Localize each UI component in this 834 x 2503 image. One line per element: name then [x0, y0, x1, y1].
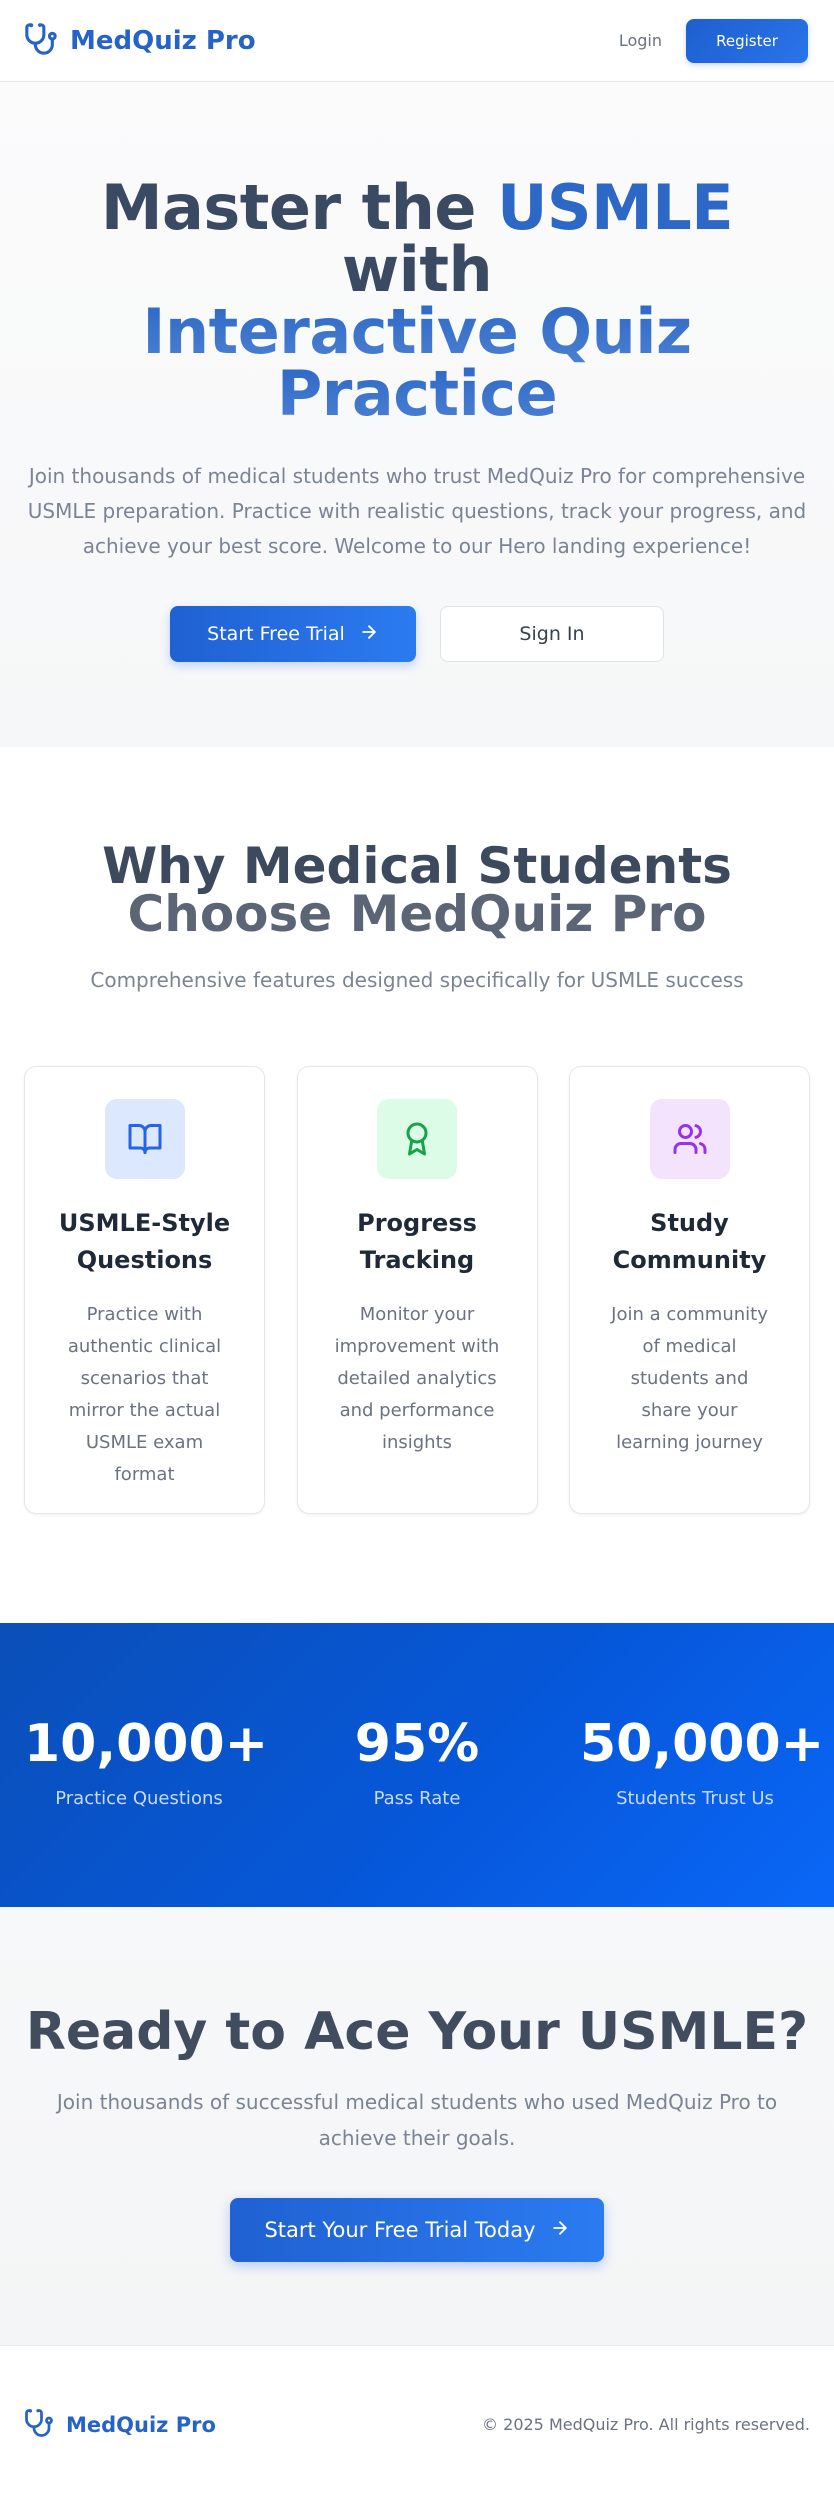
stats-section: 10,000+ Practice Questions 95% Pass Rate…: [0, 1623, 834, 1907]
features-title: Why Medical Students Choose MedQuiz Pro: [0, 841, 834, 943]
start-free-trial-label: Start Free Trial: [207, 623, 345, 645]
feature-card-description: Join a community of medical students and…: [611, 1304, 768, 1453]
book-open-icon: [104, 1099, 185, 1179]
start-free-trial-today-button[interactable]: Start Your Free Trial Today: [230, 2198, 604, 2262]
stat-label: Practice Questions: [55, 1788, 223, 1809]
hero-title: Master the USMLE with Interactive Quiz P…: [0, 177, 834, 425]
stat-label: Pass Rate: [373, 1788, 461, 1809]
hero-buttons: Start Free Trial Sign In: [0, 606, 834, 662]
hero-section: Master the USMLE with Interactive Quiz P…: [0, 82, 834, 747]
brand-logo[interactable]: MedQuiz Pro: [24, 22, 256, 60]
stethoscope-icon: [24, 22, 58, 60]
stat-item: 95% Pass Rate: [302, 1623, 532, 1907]
start-free-trial-button[interactable]: Start Free Trial: [170, 606, 416, 662]
users-icon: [649, 1099, 730, 1179]
hero-title-part4: Interactive Quiz: [0, 301, 834, 363]
features-section: Why Medical Students Choose MedQuiz Pro …: [0, 747, 834, 1623]
stat-value: 95%: [354, 1714, 480, 1774]
hero-title-part3: with: [341, 233, 493, 306]
features-title-line2: Choose MedQuiz Pro: [127, 885, 707, 943]
arrow-right-icon: [359, 622, 379, 647]
feature-cards: USMLE-Style Questions Practice with auth…: [0, 1066, 834, 1514]
arrow-right-icon: [550, 2218, 570, 2243]
stat-label: Students Trust Us: [616, 1788, 774, 1809]
feature-card-title: Progress Tracking: [357, 1209, 477, 1274]
brand-name: MedQuiz Pro: [70, 25, 256, 56]
site-header: MedQuiz Pro Login Register: [0, 0, 834, 82]
stat-value: 50,000+: [580, 1714, 825, 1774]
feature-card-description: Monitor your improvement with detailed a…: [334, 1304, 500, 1453]
stat-value: 10,000+: [24, 1714, 269, 1774]
login-link[interactable]: Login: [619, 31, 662, 50]
cta-button-label: Start Your Free Trial Today: [264, 2218, 536, 2242]
feature-card: Study Community Join a community of medi…: [569, 1066, 810, 1514]
stat-item: 10,000+ Practice Questions: [24, 1623, 269, 1907]
footer-brand-logo[interactable]: MedQuiz Pro: [24, 2408, 216, 2442]
feature-card-title: Study Community: [612, 1209, 767, 1274]
header-actions: Login Register: [619, 18, 808, 63]
award-icon: [377, 1099, 457, 1179]
register-button[interactable]: Register: [686, 18, 808, 63]
sign-in-button[interactable]: Sign In: [440, 606, 664, 662]
hero-title-part2: USMLE: [497, 171, 734, 244]
feature-card: Progress Tracking Monitor your improveme…: [296, 1066, 538, 1514]
stethoscope-icon: [24, 2408, 54, 2442]
cta-subtitle: Join thousands of successful medical stu…: [56, 2090, 778, 2150]
hero-title-part5: Practice: [0, 363, 834, 425]
footer-brand-name: MedQuiz Pro: [66, 2412, 216, 2437]
hero-subtitle: Join thousands of medical students who t…: [27, 464, 807, 558]
feature-card: USMLE-Style Questions Practice with auth…: [24, 1066, 265, 1514]
feature-card-title: USMLE-Style Questions: [58, 1209, 231, 1274]
cta-title: Ready to Ace Your USMLE?: [25, 2002, 809, 2062]
stat-item: 50,000+ Students Trust Us: [580, 1623, 825, 1907]
site-footer: MedQuiz Pro © 2025 MedQuiz Pro. All righ…: [0, 2345, 834, 2503]
features-subtitle: Comprehensive features designed specific…: [90, 968, 744, 992]
copyright-text: © 2025 MedQuiz Pro. All rights reserved.: [482, 2415, 810, 2434]
feature-card-description: Practice with authentic clinical scenari…: [67, 1304, 222, 1485]
cta-section: Ready to Ace Your USMLE? Join thousands …: [0, 1907, 834, 2345]
